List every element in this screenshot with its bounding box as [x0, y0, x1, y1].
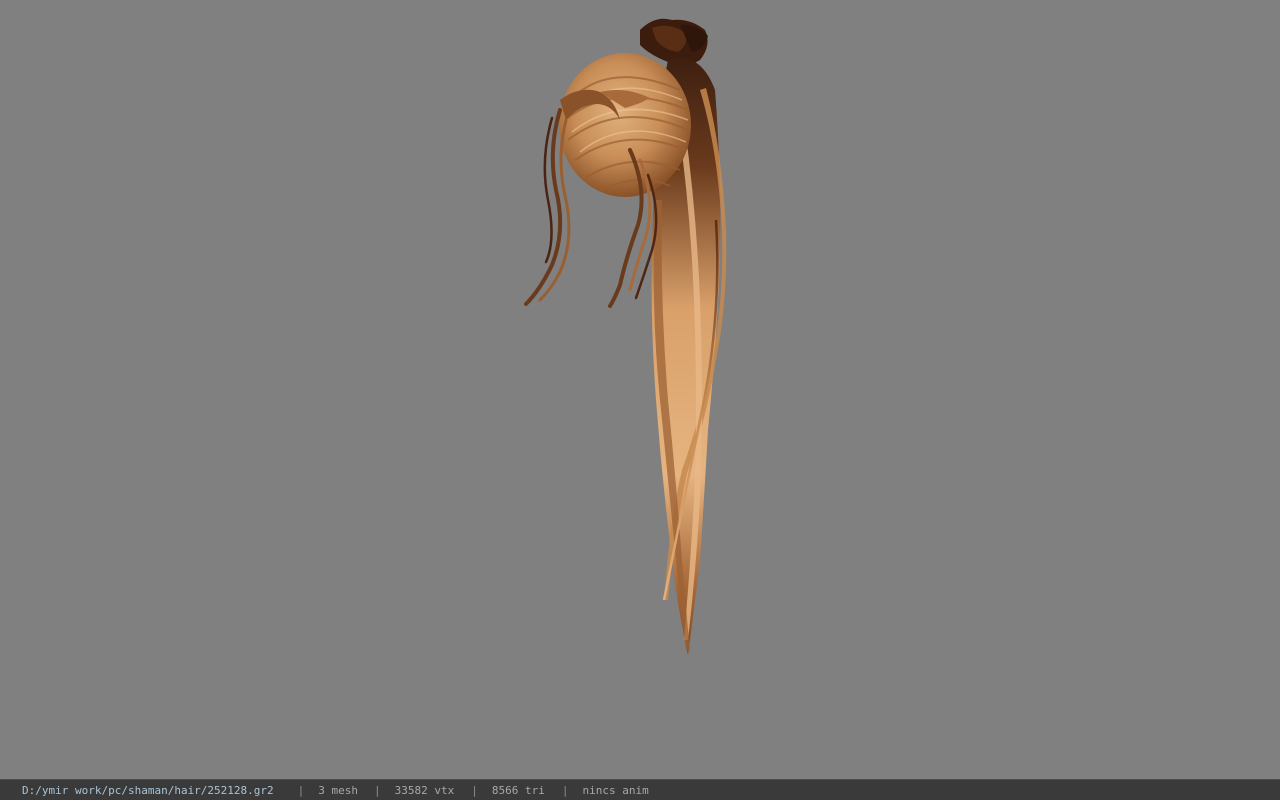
separator: |	[297, 783, 305, 797]
triangle-count: 8566 tri	[491, 783, 545, 797]
left-curl-strands	[524, 108, 571, 306]
hair-model	[524, 18, 727, 655]
separator: |	[561, 783, 569, 797]
3d-viewport[interactable]	[0, 0, 1280, 779]
file-path: D:/ymir work/pc/shaman/hair/252128.gr2	[22, 783, 274, 797]
vertex-count: 33582 vtx	[394, 783, 455, 797]
animation-status: nincs anim	[582, 783, 649, 797]
separator: |	[374, 783, 381, 797]
mesh-count: 3 mesh	[318, 783, 359, 797]
status-bar: D:/ymir work/pc/shaman/hair/252128.gr2 |…	[0, 779, 1280, 800]
separator: |	[471, 783, 478, 797]
hair-bun	[559, 53, 691, 197]
